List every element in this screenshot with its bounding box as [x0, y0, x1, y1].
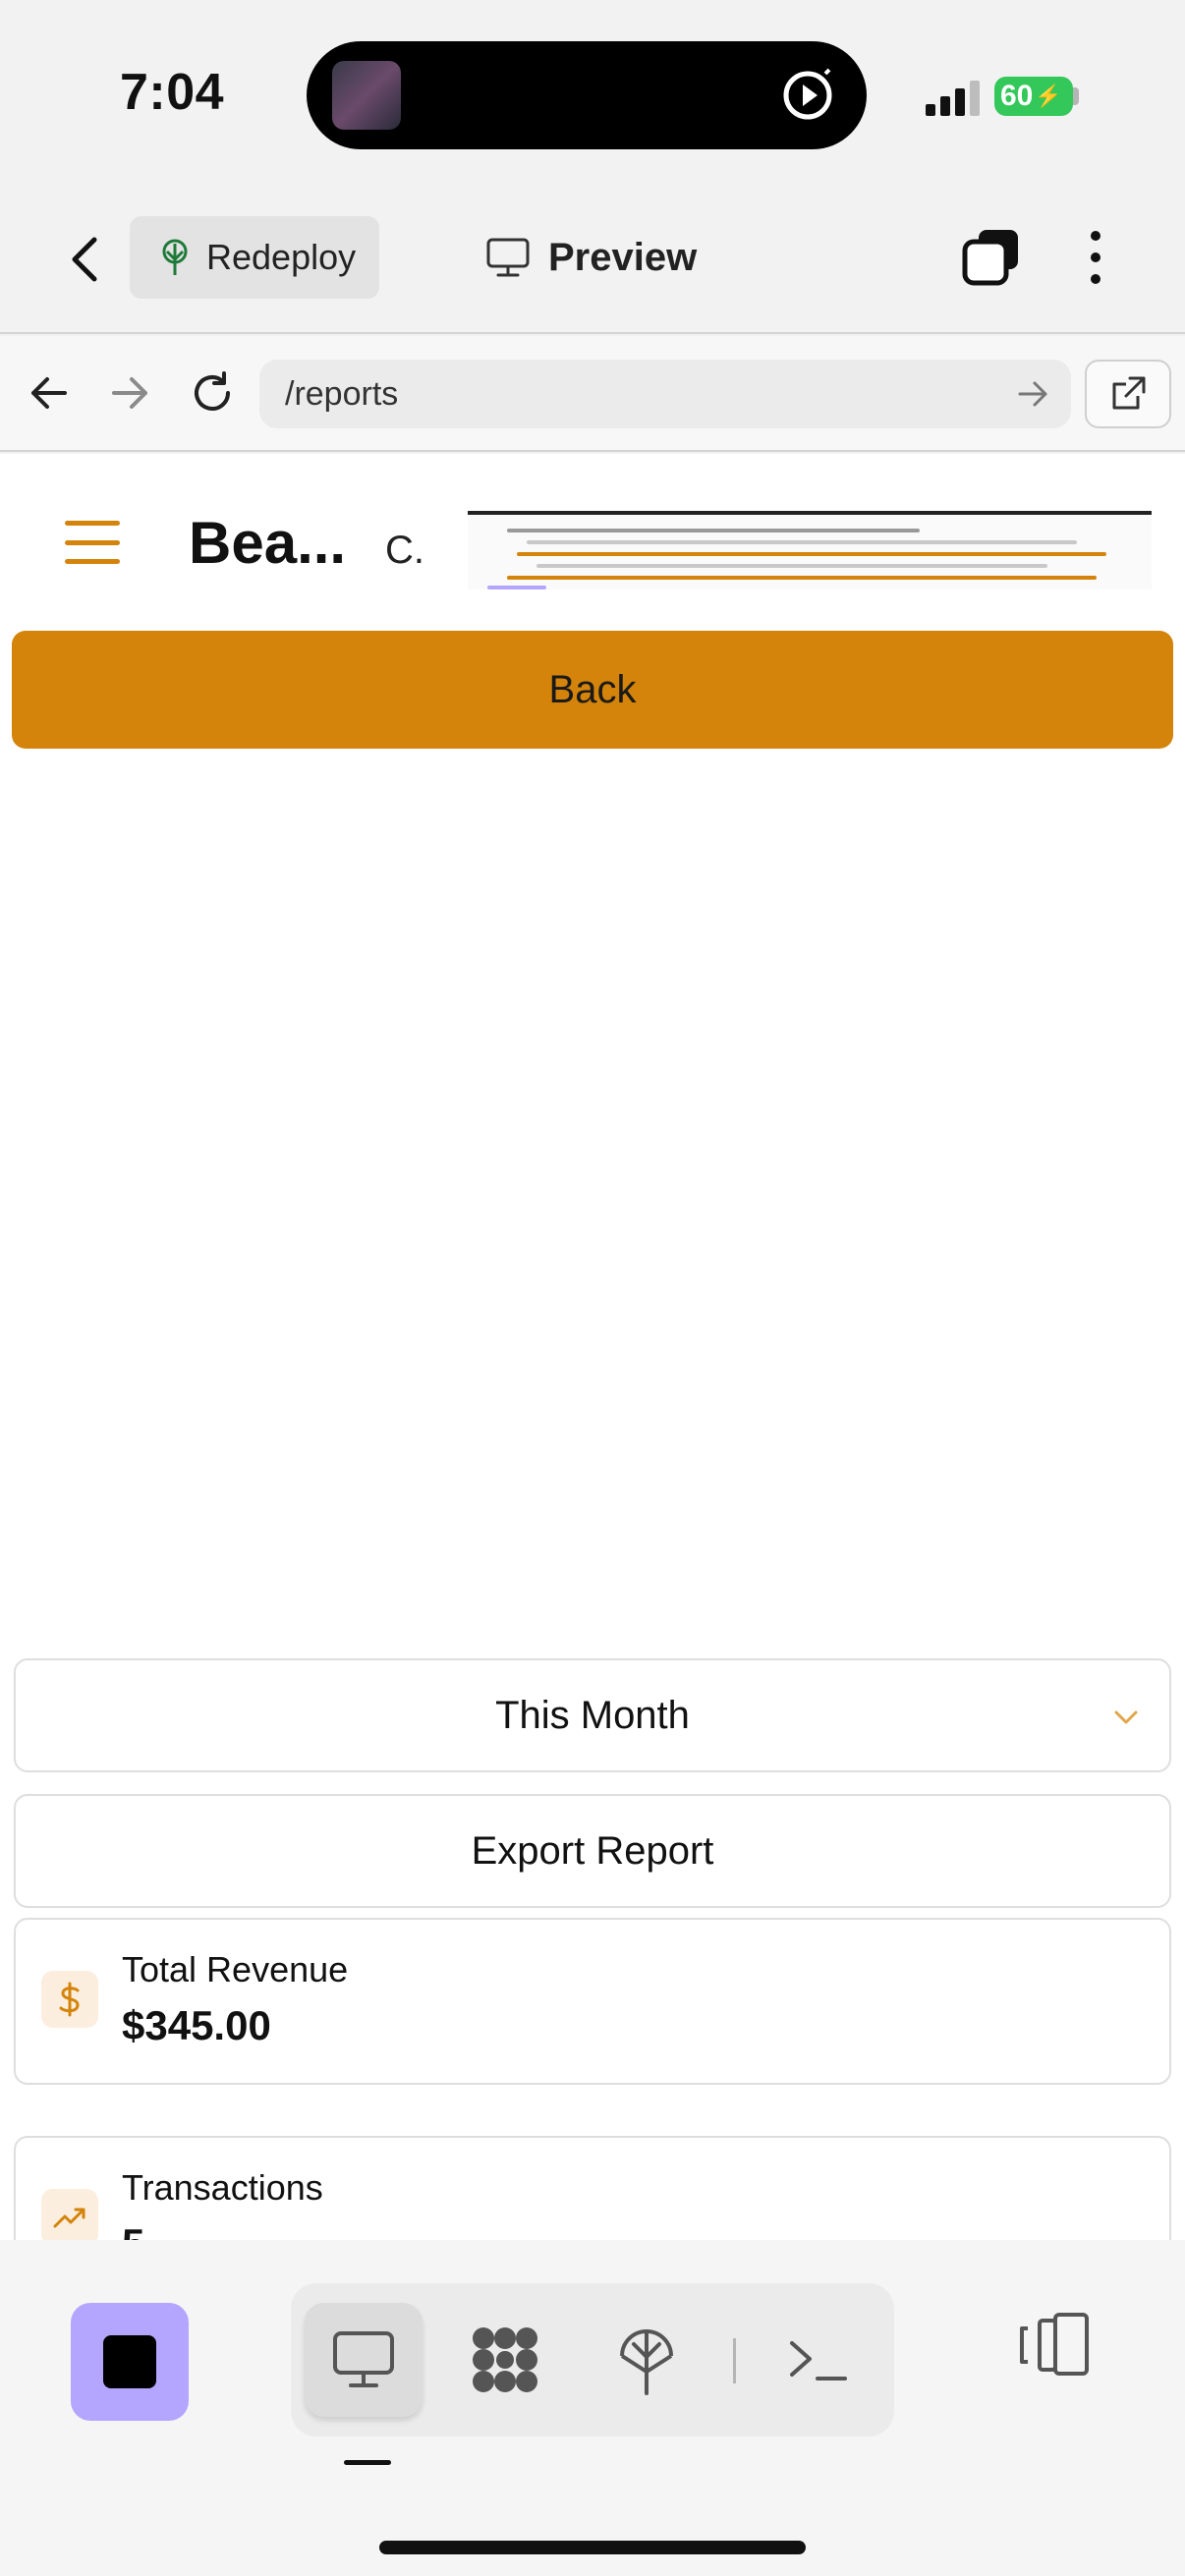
header-preview-thumbnail: [468, 511, 1152, 589]
deploy-tree-icon: [162, 239, 188, 275]
menu-icon[interactable]: [65, 521, 120, 564]
tool-group: [291, 2283, 894, 2436]
back-chevron-icon[interactable]: [55, 230, 114, 289]
preview-tool-button[interactable]: [305, 2303, 423, 2417]
stat-label: Transactions: [122, 2167, 323, 2208]
redeploy-button[interactable]: Redeploy: [130, 216, 379, 299]
brand-title: Bea...: [189, 510, 347, 576]
forward-arrow-icon[interactable]: [102, 365, 157, 420]
home-indicator: [379, 2541, 806, 2554]
chevron-down-icon: [1114, 1710, 1138, 1724]
period-select[interactable]: This Month: [14, 1658, 1171, 1772]
reload-icon[interactable]: [185, 365, 240, 420]
bottom-dock: [0, 2240, 1185, 2576]
url-input[interactable]: /reports: [259, 360, 1071, 428]
tabs-icon[interactable]: [959, 226, 1022, 289]
back-button-label: Back: [548, 667, 637, 711]
stat-value: $345.00: [122, 2002, 271, 2048]
battery-icon: 60 ⚡: [994, 77, 1073, 116]
page-viewport: Bea... C. Back This Month Export Report …: [0, 454, 1185, 2240]
back-arrow-icon[interactable]: [22, 365, 77, 420]
integrations-tool-button[interactable]: [446, 2303, 564, 2417]
app-toolbar: Redeploy Preview: [0, 196, 1185, 334]
battery-tip: [1073, 87, 1079, 105]
play-icon[interactable]: [778, 66, 837, 125]
export-report-label: Export Report: [471, 1828, 714, 1873]
period-select-value: This Month: [495, 1693, 690, 1737]
status-time: 7:04: [120, 64, 225, 121]
trending-up-icon: [41, 2189, 98, 2240]
active-tab-indicator: [344, 2460, 391, 2465]
stat-value: 5: [122, 2220, 144, 2240]
go-arrow-icon[interactable]: [1014, 375, 1051, 413]
integrations-icon: [473, 2327, 537, 2392]
stop-icon: [103, 2335, 156, 2388]
panel-toggle-icon[interactable]: [1018, 2307, 1093, 2381]
stat-card-transactions: Transactions 5: [14, 2136, 1171, 2240]
battery-level: 60: [1000, 80, 1034, 112]
dynamic-island[interactable]: [307, 41, 867, 149]
back-button[interactable]: Back: [12, 631, 1173, 749]
cellular-signal-icon: [926, 81, 980, 116]
terminal-tool-button[interactable]: [759, 2303, 876, 2417]
open-external-icon: [1112, 376, 1146, 410]
monitor-icon: [486, 238, 530, 277]
more-vertical-icon[interactable]: [1081, 226, 1110, 289]
open-external-button[interactable]: [1085, 360, 1171, 428]
status-bar: 7:04 60 ⚡: [0, 0, 1185, 187]
stat-label: Total Revenue: [122, 1949, 349, 1989]
stop-button[interactable]: [71, 2303, 189, 2421]
export-report-button[interactable]: Export Report: [14, 1794, 1171, 1908]
deploy-tool-button[interactable]: [588, 2303, 705, 2417]
page-header: Bea... C.: [0, 454, 1185, 627]
terminal-icon: [790, 2341, 847, 2380]
brand-subtitle: C.: [385, 529, 424, 572]
tab-preview[interactable]: Preview: [485, 226, 697, 289]
tool-separator: [733, 2338, 736, 2383]
stat-card-revenue: Total Revenue $345.00: [14, 1918, 1171, 2085]
preview-label: Preview: [548, 235, 698, 279]
url-bar: /reports: [0, 336, 1185, 452]
preview-monitor-icon: [333, 2331, 394, 2387]
now-playing-thumbnail: [332, 61, 401, 130]
url-path: /reports: [285, 374, 399, 413]
dollar-icon: [41, 1971, 98, 2028]
redeploy-label: Redeploy: [206, 237, 357, 277]
deploy-icon: [620, 2329, 673, 2395]
